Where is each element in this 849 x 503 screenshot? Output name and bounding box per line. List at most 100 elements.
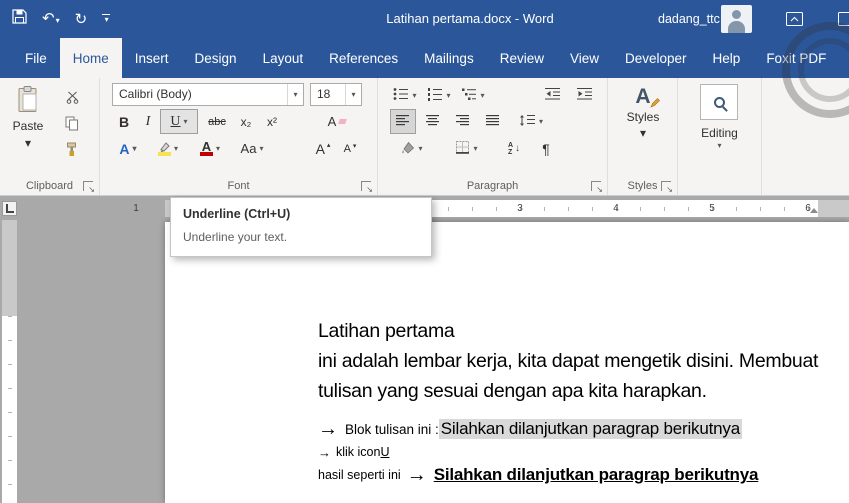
font-color-icon: A [199,140,213,156]
find-button[interactable] [700,84,738,120]
customize-qat-button[interactable]: ▾ [102,14,111,24]
subscript-button[interactable]: x₂ [234,109,258,134]
minimize-button[interactable] [838,12,849,31]
tab-references[interactable]: References [316,38,411,78]
document-page[interactable]: Latihan pertama ini adalah lembar kerja,… [165,222,849,503]
tab-layout[interactable]: Layout [250,38,317,78]
account-name[interactable]: dadang_ttc [658,0,720,38]
avatar-body-icon [728,21,745,33]
tab-insert[interactable]: Insert [122,38,182,78]
clipboard-dialog-launcher-icon[interactable]: ↘ [83,181,95,194]
cut-button[interactable] [56,86,88,111]
styles-button[interactable]: A Styles ▾ [616,82,670,152]
clipboard-group: Paste ▾ Clipboard ↘ [0,78,100,195]
arrow-right-icon: → [318,444,331,460]
chevron-down-icon[interactable]: ▾ [287,84,303,105]
font-color-button[interactable]: A ▾ [192,136,228,161]
copy-button[interactable] [56,112,88,137]
step3-label: hasil seperti ini [318,468,401,482]
font-name-select[interactable]: Calibri (Body) ▾ [112,83,304,106]
avatar-head-icon [732,10,741,19]
redo-button[interactable]: ↻ [75,12,88,27]
multilevel-list-button[interactable]: ▾ [458,83,488,108]
bullets-button[interactable]: ▾ [390,83,420,108]
text-effects-button[interactable]: A ▾ [112,136,144,161]
chevron-down-icon[interactable]: ▾ [216,144,220,153]
paste-button[interactable]: Paste ▾ [6,82,50,156]
chevron-down-icon[interactable]: ▾ [174,144,178,153]
chevron-down-icon[interactable]: ▾ [259,144,263,153]
step2-underlined-letter: U [380,445,390,459]
align-left-button[interactable] [390,109,416,134]
chevron-down-icon[interactable]: ▾ [345,84,361,105]
grow-font-button[interactable]: A ▴ [310,136,336,161]
chevron-down-icon[interactable]: ▾ [446,91,450,100]
sort-button[interactable]: AZ ↓ [500,136,528,161]
tab-developer[interactable]: Developer [612,38,700,78]
grow-font-label: A [315,140,325,157]
quick-access-toolbar: ↶▾ ↻ ▾ [12,0,111,38]
show-hide-marks-button[interactable]: ¶ [534,136,558,161]
tab-home[interactable]: Home [59,38,122,78]
highlight-color-button[interactable]: ▾ [150,136,186,161]
font-size-select[interactable]: 18 ▾ [310,83,362,106]
tab-mailings[interactable]: Mailings [411,38,487,78]
doc-step3-line: hasil seperti ini → Silahkan dilanjutkan… [318,465,818,485]
paragraph-dialog-launcher-icon[interactable]: ↘ [591,181,603,194]
chevron-down-icon[interactable]: ▾ [678,141,761,150]
align-left-icon [396,114,410,129]
tab-file[interactable]: File [12,38,60,78]
line-spacing-button[interactable]: ▾ [514,109,548,134]
tab-foxit-pdf[interactable]: Foxit PDF [753,38,839,78]
ribbon-display-options-button[interactable] [786,12,803,31]
font-colorbar [199,152,213,156]
tab-stop-selector[interactable] [2,201,17,216]
tab-help[interactable]: Help [700,38,754,78]
chevron-down-icon[interactable]: ▾ [473,144,477,153]
step2-prefix: klik icon [336,445,381,459]
shrink-font-button[interactable]: A ▾ [338,136,362,161]
paragraph-group-label: Paragraph [466,180,519,192]
styles-dialog-launcher-icon[interactable]: ↘ [661,181,673,194]
chevron-down-icon[interactable]: ▾ [480,91,484,100]
tab-design[interactable]: Design [182,38,250,78]
vertical-ruler[interactable] [2,220,17,503]
user-avatar[interactable] [721,5,752,33]
increase-indent-button[interactable] [572,83,598,108]
clear-formatting-button[interactable]: A [322,109,352,134]
font-dialog-launcher-icon[interactable]: ↘ [361,181,373,194]
chevron-down-icon[interactable]: ▾ [539,117,543,126]
undo-button[interactable]: ↶▾ [42,10,60,28]
borders-button[interactable]: ▾ [450,136,484,161]
window-title: Latihan pertama.docx - Word [386,11,554,26]
underline-button[interactable]: U ▾ [160,109,198,134]
clipboard-icon [17,86,39,116]
chevron-down-icon[interactable]: ▾ [418,144,422,153]
shading-button[interactable]: ▾ [394,136,428,161]
tab-view[interactable]: View [557,38,612,78]
chevron-down-icon[interactable]: ▾ [133,144,137,153]
format-painter-button[interactable] [56,138,88,163]
chevron-down-icon[interactable]: ▾ [184,117,188,126]
tab-review[interactable]: Review [487,38,557,78]
strikethrough-button[interactable]: abc [202,109,232,134]
save-icon[interactable] [12,9,27,29]
chevron-down-icon: ▾ [639,126,647,140]
superscript-label: x² [267,114,277,129]
bold-button[interactable]: B [112,109,136,134]
tab-tell-me[interactable]: Tell [839,38,849,78]
change-case-button[interactable]: Aa ▾ [234,136,270,161]
format-painter-icon [65,142,79,160]
chevron-down-icon[interactable]: ▾ [412,91,416,100]
italic-button[interactable]: I [140,109,156,134]
numbering-button[interactable]: ▾ [424,83,454,108]
align-right-button[interactable] [450,109,476,134]
chevron-down-icon[interactable]: ▾ [56,16,60,25]
superscript-button[interactable]: x² [260,109,284,134]
justify-button[interactable] [480,109,506,134]
decrease-indent-button[interactable] [540,83,566,108]
down-arrow-icon: ▾ [352,143,357,150]
editing-menu-button[interactable]: Editing [678,126,761,140]
shrink-font-label: A [343,142,351,155]
align-center-button[interactable] [420,109,446,134]
